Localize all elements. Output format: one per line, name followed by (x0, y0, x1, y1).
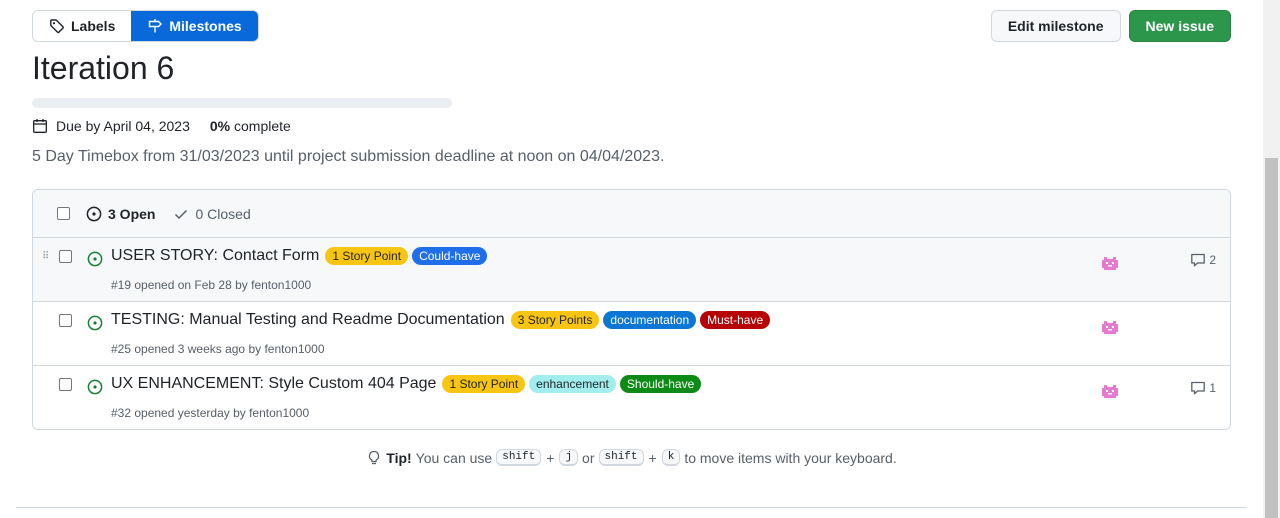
comment-icon (1191, 381, 1206, 395)
issue-meta: #19 opened on Feb 28 by fenton1000 (111, 278, 312, 292)
comments-link[interactable]: 2 (1190, 252, 1216, 268)
issue-checkbox[interactable] (59, 314, 72, 327)
comment-count: 2 (1209, 253, 1216, 267)
tip-or: or (582, 449, 595, 466)
assignee-avatar[interactable] (1100, 252, 1120, 272)
labels-milestones-switcher: Labels Milestones (32, 10, 259, 42)
issue-opened-icon (87, 379, 103, 395)
issue-title-link[interactable]: USER STORY: Contact Form (111, 247, 319, 265)
issue-meta: #25 opened 3 weeks ago by fenton1000 (111, 342, 325, 356)
issue-opened-icon (87, 251, 103, 267)
label-story-points[interactable]: 1 Story Point (442, 375, 526, 393)
label-story-points[interactable]: 3 Story Points (510, 311, 600, 329)
keyboard-tip: Tip! You can use shift + j or shift + k … (0, 449, 1263, 466)
kbd-shift: shift (496, 449, 542, 466)
assignee-avatar[interactable] (1100, 316, 1120, 336)
labels-tab[interactable]: Labels (33, 11, 132, 41)
edit-milestone-button[interactable]: Edit milestone (990, 10, 1121, 42)
closed-count: 0 Closed (195, 205, 251, 222)
label-priority[interactable]: Should-have (619, 375, 702, 393)
label-story-points[interactable]: 1 Story Point (325, 247, 409, 265)
completion-percent-value: 0% (209, 118, 231, 134)
select-all-checkbox[interactable] (57, 207, 70, 220)
comment-icon (1191, 253, 1206, 267)
label-enhancement[interactable]: enhancement (529, 375, 616, 393)
issue-title-line: UX ENHANCEMENT: Style Custom 404 Page 1 … (111, 375, 702, 393)
issue-opened-icon (86, 206, 102, 221)
top-bar: Labels Milestones Edit milestone New iss… (32, 10, 1231, 42)
milestones-tab[interactable]: Milestones (131, 11, 258, 41)
tag-icon (50, 19, 64, 34)
issues-list: 3 Open 0 Closed ⠿ USER STORY: Contact Fo… (32, 189, 1231, 430)
open-filter[interactable]: 3 Open (86, 206, 155, 222)
open-count: 3 Open (108, 205, 156, 222)
due-date: Due by April 04, 2023 (56, 118, 190, 134)
milestone-meta: Due by April 04, 2023 0% complete (32, 118, 291, 134)
milestone-title: Iteration 6 (32, 50, 175, 86)
issue-title-link[interactable]: UX ENHANCEMENT: Style Custom 404 Page (111, 375, 436, 393)
tip-plus: + (648, 449, 657, 466)
kbd-j: j (559, 449, 579, 466)
issue-title-link[interactable]: TESTING: Manual Testing and Readme Docum… (111, 311, 505, 329)
closed-filter[interactable]: 0 Closed (173, 205, 251, 222)
comment-count: 1 (1209, 381, 1216, 395)
milestones-tab-label: Milestones (169, 18, 242, 34)
check-icon (175, 209, 188, 219)
scrollbar-thumb[interactable] (1265, 158, 1278, 518)
header-actions: Edit milestone New issue (990, 10, 1231, 42)
assignee-avatar[interactable] (1100, 380, 1120, 400)
issue-row[interactable]: ⠿ USER STORY: Contact Form 1 Story Point… (33, 238, 1230, 302)
issue-row[interactable]: UX ENHANCEMENT: Style Custom 404 Page 1 … (33, 366, 1230, 429)
issue-row[interactable]: TESTING: Manual Testing and Readme Docum… (33, 302, 1230, 366)
issue-checkbox[interactable] (59, 250, 72, 263)
kbd-k: k (661, 449, 681, 466)
tip-text-start: You can use (415, 449, 493, 466)
divider (16, 507, 1247, 508)
lightbulb-icon (369, 450, 380, 464)
milestone-icon (149, 19, 163, 33)
completion-percent: 0% complete (210, 118, 291, 134)
milestone-description: 5 Day Timebox from 31/03/2023 until proj… (32, 148, 665, 165)
milestone-progress-bar (32, 98, 452, 108)
new-issue-button[interactable]: New issue (1128, 10, 1231, 42)
issues-list-header: 3 Open 0 Closed (33, 190, 1230, 238)
drag-handle-icon[interactable]: ⠿ (42, 252, 50, 266)
kbd-shift: shift (598, 449, 644, 466)
label-priority[interactable]: Could-have (412, 247, 488, 265)
tip-text-end: to move items with your keyboard. (684, 449, 897, 466)
issue-meta: #32 opened yesterday by fenton1000 (111, 406, 310, 420)
completion-percent-label: complete (230, 118, 291, 134)
calendar-icon (33, 119, 47, 133)
issue-checkbox[interactable] (59, 378, 72, 391)
issue-title-line: USER STORY: Contact Form 1 Story Point C… (111, 247, 488, 265)
label-documentation[interactable]: documentation (603, 311, 697, 329)
label-priority[interactable]: Must-have (700, 311, 771, 329)
vertical-scrollbar[interactable] (1263, 0, 1280, 518)
tip-plus: + (546, 449, 555, 466)
labels-tab-label: Labels (71, 18, 116, 34)
issue-opened-icon (87, 315, 103, 331)
comments-link[interactable]: 1 (1190, 380, 1216, 396)
tip-bold: Tip! (386, 449, 412, 466)
issue-title-line: TESTING: Manual Testing and Readme Docum… (111, 311, 771, 329)
